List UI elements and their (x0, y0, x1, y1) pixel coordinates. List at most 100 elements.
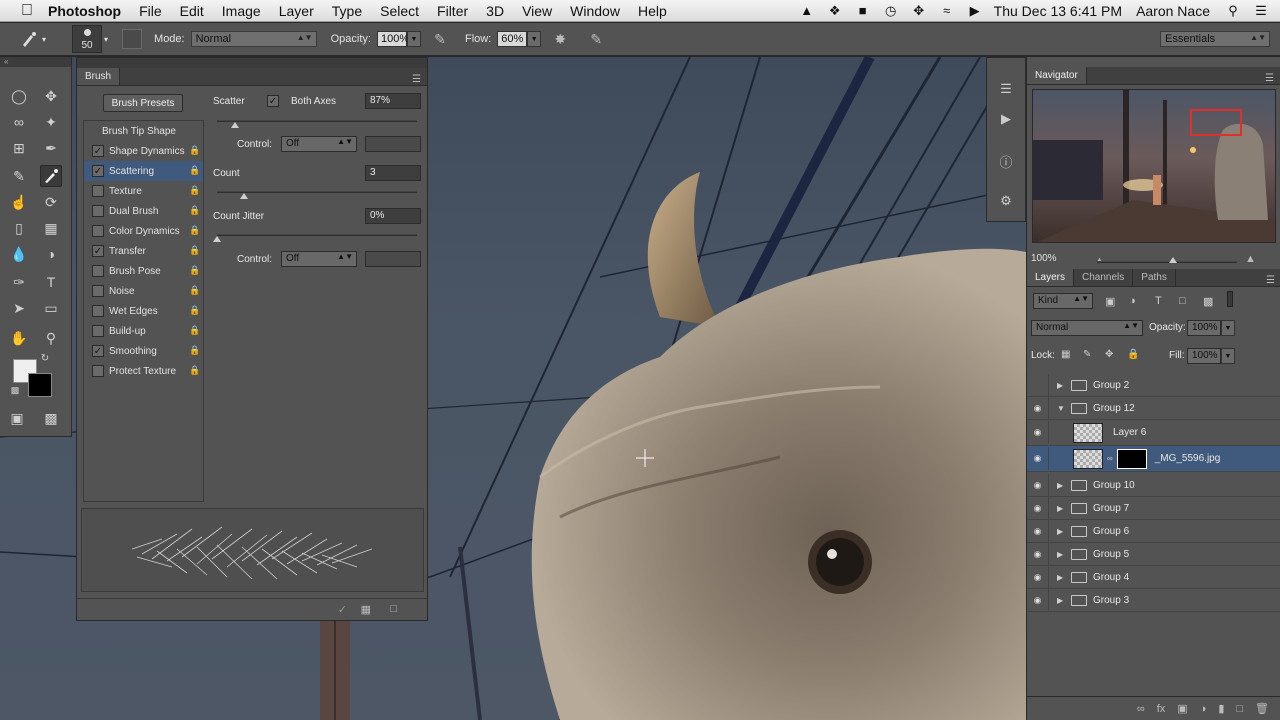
scatter-slider-thumb[interactable] (231, 122, 239, 128)
hand-tool-icon[interactable]: ✋ (8, 327, 30, 349)
brush-option-wet-edges[interactable]: Wet Edges 🔒 (84, 301, 203, 321)
magic-wand-tool-icon[interactable]: ✦ (40, 111, 62, 133)
layer-visibility-toggle[interactable]: ◉ (1027, 473, 1049, 497)
new-layer-icon[interactable]: □ (1236, 703, 1243, 715)
wifi-icon[interactable]: ≈ (938, 3, 956, 19)
navigator-thumbnail[interactable] (1032, 89, 1276, 243)
flow-dropdown-icon[interactable]: ▼ (527, 31, 542, 47)
gradient-tool-icon[interactable]: ▦ (40, 217, 62, 239)
menu-help[interactable]: Help (638, 3, 667, 19)
layer-row[interactable]: ◉ ▶ Group 5 (1027, 542, 1280, 566)
menu-layer[interactable]: Layer (279, 3, 314, 19)
brush-option-shape-dynamics[interactable]: ✓ Shape Dynamics 🔒 (84, 141, 203, 161)
brush-presets-button[interactable]: Brush Presets (103, 94, 183, 112)
elliptical-marquee-tool-icon[interactable]: ◯ (8, 85, 30, 107)
history-panel-icon[interactable]: ☰ (995, 78, 1017, 100)
new-adjustment-layer-icon[interactable]: ◑ (1200, 703, 1207, 715)
filter-shape-icon[interactable]: □ (1179, 295, 1186, 307)
filter-type-icon[interactable]: T (1155, 295, 1162, 307)
navigator-zoom-value[interactable]: 100% (1031, 253, 1057, 264)
count-jitter-value-input[interactable]: 0% (365, 208, 421, 224)
tool-preset-caret-icon[interactable]: ▾ (42, 35, 46, 44)
both-axes-checkbox[interactable]: ✓ (267, 95, 279, 107)
notification-center-icon[interactable]: ☰ (1252, 3, 1270, 19)
layer-opacity-input[interactable]: 100% (1187, 320, 1221, 336)
layer-mask-thumbnail[interactable] (1116, 448, 1147, 469)
brush-option-transfer[interactable]: ✓ Transfer 🔒 (84, 241, 203, 261)
menu-photoshop[interactable]: Photoshop (48, 3, 121, 19)
layer-row[interactable]: ◉ ▶ Group 6 (1027, 519, 1280, 543)
brush-option-checkbox[interactable] (92, 365, 104, 377)
brush-option-checkbox[interactable] (92, 305, 104, 317)
path-selection-tool-icon[interactable]: ➤ (8, 297, 30, 319)
scatter-value-input[interactable]: 87% (365, 93, 421, 109)
lock-pixels-icon[interactable]: ✎ (1083, 349, 1091, 360)
lasso-tool-icon[interactable]: ∞ (8, 111, 30, 133)
lock-icon[interactable]: 🔒 (189, 265, 200, 277)
scatter-slider[interactable] (217, 120, 417, 122)
brush-option-texture[interactable]: Texture 🔒 (84, 181, 203, 201)
brush-tool-preset-icon[interactable] (18, 28, 40, 50)
menu-3d[interactable]: 3D (486, 3, 504, 19)
layer-visibility-toggle[interactable]: ◉ (1027, 396, 1049, 420)
layer-visibility-toggle[interactable]: ◉ (1027, 447, 1049, 470)
panel-menu-icon[interactable]: ☰ (412, 74, 421, 85)
dodge-tool-icon[interactable]: ◑ (40, 243, 62, 265)
brush-option-checkbox[interactable] (92, 325, 104, 337)
menu-window[interactable]: Window (570, 3, 620, 19)
quick-mask-icon[interactable]: ▣ (6, 407, 28, 429)
app-status-icon[interactable]: ■ (854, 3, 872, 19)
expand-arrow-icon[interactable]: ▶ (1057, 550, 1067, 559)
layers-menu-icon[interactable]: ☰ (1266, 275, 1275, 286)
brush-option-checkbox[interactable] (92, 285, 104, 297)
brush-option-protect-texture[interactable]: Protect Texture 🔒 (84, 361, 203, 381)
tab-brush[interactable]: Brush (77, 68, 121, 85)
count-value-input[interactable]: 3 (365, 165, 421, 181)
brush-tip-shape-item[interactable]: Brush Tip Shape (84, 121, 203, 141)
toggle-live-tip-icon[interactable]: ✓ (338, 603, 347, 616)
background-color-swatch[interactable] (28, 373, 52, 397)
layer-row[interactable]: ◉ ∞ _MG_5596.jpg (1027, 446, 1280, 472)
apple-icon[interactable]:  (18, 2, 36, 20)
layer-row[interactable]: ◉ ▼ Group 12 (1027, 396, 1280, 420)
layer-visibility-toggle[interactable]: ◉ (1027, 421, 1049, 444)
type-tool-icon[interactable]: T (40, 271, 62, 293)
zoom-in-icon[interactable]: ▲ (1245, 253, 1256, 265)
layer-row[interactable]: ◉ Layer 6 (1027, 420, 1280, 446)
layer-visibility-toggle[interactable]: ◉ (1027, 542, 1049, 566)
info-panel-icon[interactable]: ⓘ (995, 150, 1017, 172)
open-preset-manager-icon[interactable]: ▦ (361, 603, 371, 616)
count-jitter-slider[interactable] (217, 234, 417, 236)
layer-visibility-toggle[interactable]: ◉ (1027, 588, 1049, 612)
menu-filter[interactable]: Filter (437, 3, 468, 19)
filter-toggle-icon[interactable] (1227, 291, 1233, 307)
flow-input[interactable]: 60% (497, 31, 528, 47)
creative-cloud-icon[interactable]: ▲ (798, 3, 816, 19)
mode-select[interactable]: Normal ▲▼ (190, 31, 317, 47)
properties-panel-icon[interactable]: ⚙ (995, 190, 1017, 212)
layer-row[interactable]: ▶ Group 2 (1027, 373, 1280, 397)
layer-visibility-toggle[interactable]: ◉ (1027, 565, 1049, 589)
tab-layers[interactable]: Layers (1027, 269, 1075, 286)
clone-stamp-tool-icon[interactable]: ☝ (8, 191, 30, 213)
expand-arrow-icon[interactable]: ▶ (1057, 504, 1067, 513)
menu-file[interactable]: File (139, 3, 162, 19)
count-jitter-slider-thumb[interactable] (213, 236, 221, 242)
add-mask-icon[interactable]: ▣ (1177, 702, 1187, 715)
opacity-dropdown-icon[interactable]: ▼ (406, 31, 421, 47)
navigator-zoom-slider[interactable] (1097, 261, 1237, 263)
expand-arrow-icon[interactable]: ▶ (1057, 596, 1067, 605)
brush-panel-titlebar[interactable] (77, 58, 427, 68)
new-group-icon[interactable]: ▮ (1218, 702, 1224, 715)
fill-dropdown-icon[interactable]: ▼ (1221, 348, 1235, 364)
menu-view[interactable]: View (522, 3, 552, 19)
pressure-opacity-icon[interactable]: ✎ (429, 28, 451, 50)
expand-arrow-icon[interactable]: ▶ (1057, 527, 1067, 536)
tools-panel-header[interactable]: « (0, 57, 71, 67)
layer-row[interactable]: ◉ ▶ Group 7 (1027, 496, 1280, 520)
navigator-menu-icon[interactable]: ☰ (1265, 73, 1274, 84)
blur-tool-icon[interactable]: 💧 (8, 243, 30, 265)
brush-option-brush-pose[interactable]: Brush Pose 🔒 (84, 261, 203, 281)
brush-option-checkbox[interactable] (92, 205, 104, 217)
menu-edit[interactable]: Edit (180, 3, 204, 19)
